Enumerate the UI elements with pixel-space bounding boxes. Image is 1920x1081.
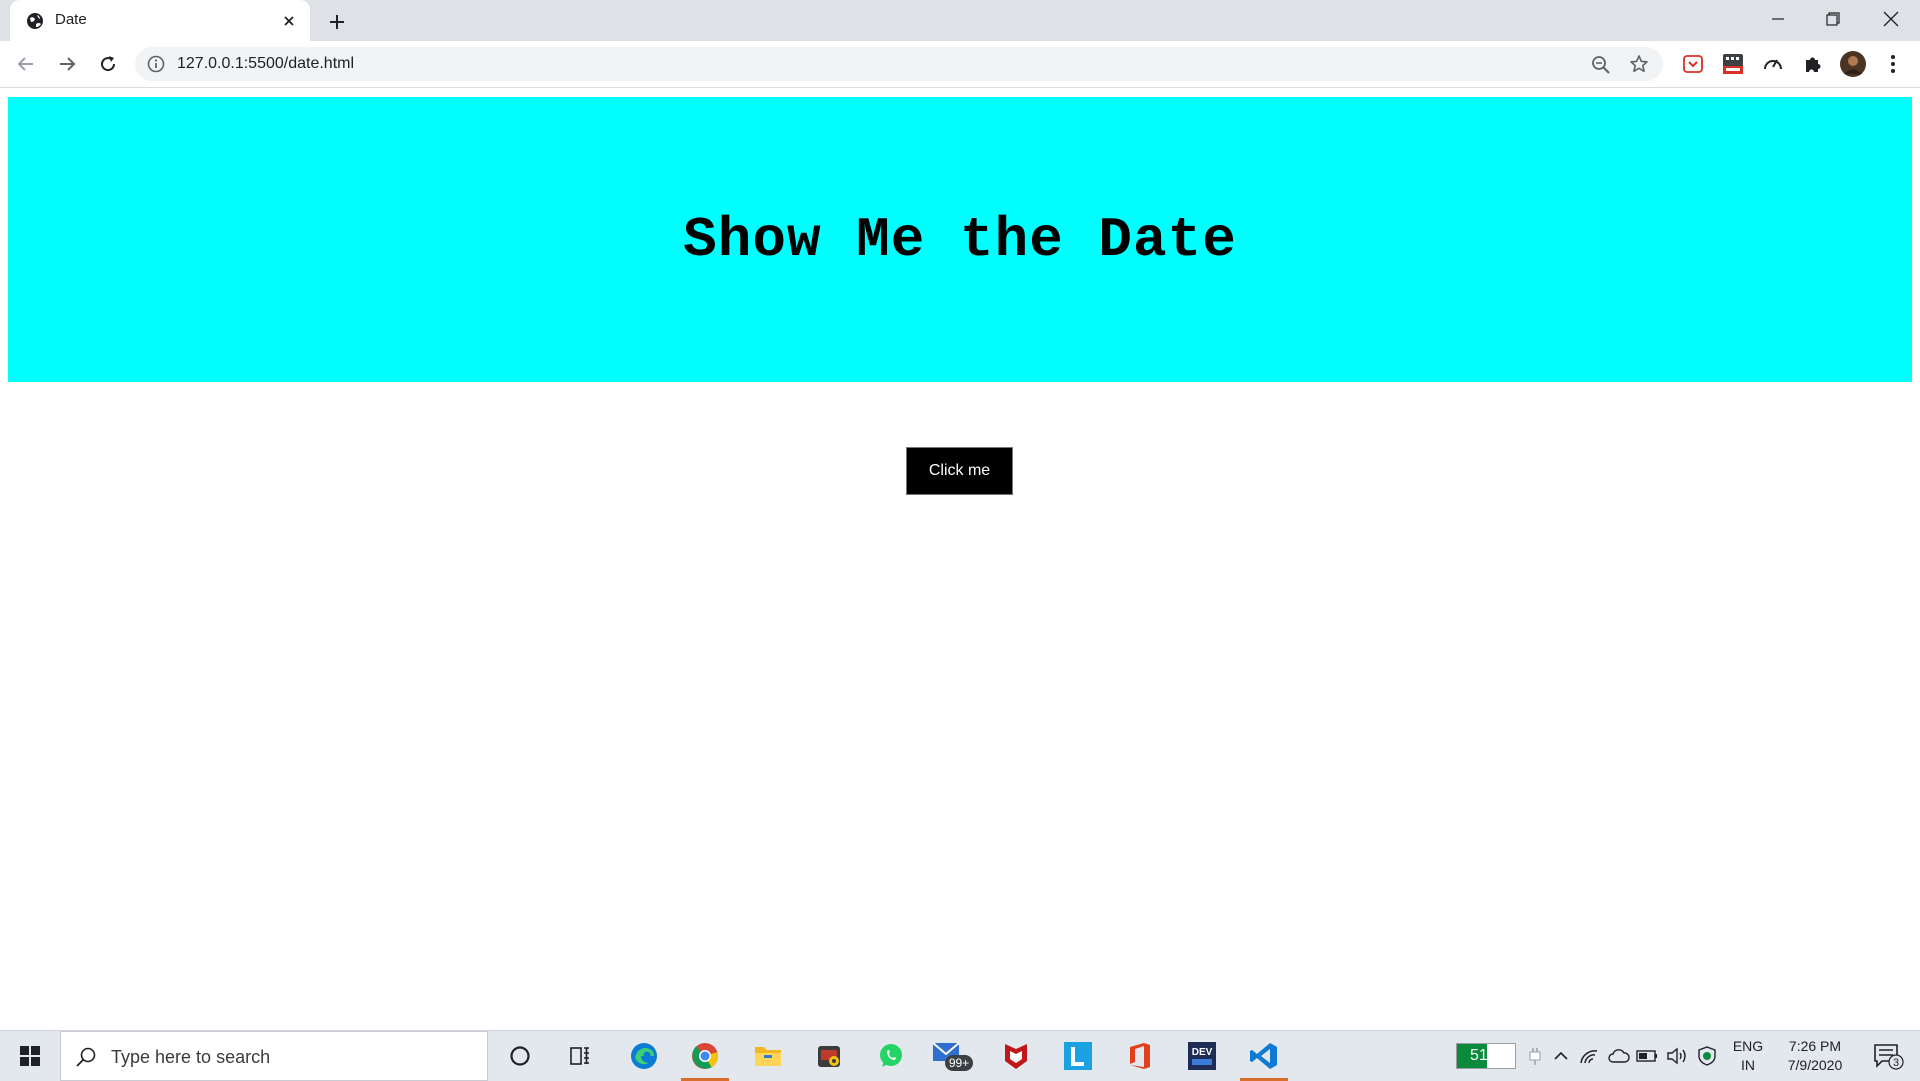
security-shield-icon[interactable] — [1694, 1031, 1720, 1081]
taskbar-search-box[interactable]: Type here to search — [60, 1031, 488, 1081]
page-viewport: Show Me the Date Click me — [0, 88, 1920, 1030]
whatsapp-icon[interactable] — [863, 1031, 919, 1081]
reload-icon[interactable] — [96, 52, 120, 76]
edge-icon[interactable] — [616, 1031, 672, 1081]
tab-title: Date — [55, 11, 87, 28]
onedrive-icon[interactable] — [1606, 1031, 1632, 1081]
lang-line-2: IN — [1741, 1057, 1755, 1073]
info-icon[interactable] — [147, 55, 165, 73]
mcafee-icon[interactable] — [988, 1031, 1044, 1081]
back-icon[interactable] — [14, 52, 38, 76]
forward-icon[interactable] — [55, 52, 79, 76]
devc-icon[interactable]: DEV — [1174, 1031, 1230, 1081]
zoom-icon[interactable] — [1591, 55, 1611, 75]
minimize-icon[interactable] — [1751, 0, 1805, 38]
clock-date: 7/9/2020 — [1787, 1057, 1843, 1073]
tab-strip: Date — [0, 0, 1920, 41]
click-me-button[interactable]: Click me — [906, 447, 1013, 495]
taskbar: Type here to search 99+ DEV 51% ENG IN 7… — [0, 1030, 1920, 1081]
puzzle-icon[interactable] — [1800, 51, 1826, 77]
task-view-icon[interactable] — [552, 1031, 608, 1081]
hero-banner: Show Me the Date — [8, 97, 1912, 382]
notifications-button[interactable]: 3 — [1864, 1031, 1914, 1081]
language-indicator[interactable]: ENG IN — [1730, 1037, 1766, 1075]
office-icon[interactable] — [1112, 1031, 1168, 1081]
lang-line-1: ENG — [1732, 1038, 1764, 1054]
vscode-icon[interactable] — [1236, 1031, 1292, 1081]
browser-toolbar: 127.0.0.1:5500/date.html — [0, 41, 1920, 88]
chevron-up-icon[interactable] — [1548, 1031, 1574, 1081]
chrome-icon[interactable] — [677, 1031, 733, 1081]
search-icon — [75, 1046, 97, 1068]
wifi-icon[interactable] — [1576, 1031, 1602, 1081]
new-tab-button[interactable] — [325, 10, 349, 34]
mail-icon[interactable]: 99+ — [925, 1031, 981, 1081]
browser-tab[interactable]: Date — [10, 0, 310, 41]
close-icon[interactable] — [1864, 0, 1918, 38]
taskbar-clock[interactable]: 7:26 PM 7/9/2020 — [1772, 1037, 1858, 1075]
windows-start-icon[interactable] — [0, 1031, 60, 1081]
url-text[interactable]: 127.0.0.1:5500/date.html — [177, 55, 354, 73]
volume-icon[interactable] — [1664, 1031, 1690, 1081]
search-placeholder: Type here to search — [111, 1047, 271, 1067]
lens-l-icon[interactable] — [1050, 1031, 1106, 1081]
battery-percent-widget[interactable]: 51% — [1456, 1043, 1516, 1069]
battery-text: 51% — [1469, 1047, 1503, 1064]
restore-icon[interactable] — [1806, 0, 1860, 38]
clock-time: 7:26 PM — [1788, 1038, 1842, 1054]
menu-kebab-icon[interactable] — [1880, 51, 1906, 77]
coupon-off-icon[interactable] — [1720, 51, 1746, 77]
globe-icon — [26, 12, 44, 30]
profile-avatar[interactable] — [1840, 51, 1866, 77]
pocket-icon[interactable] — [1680, 51, 1706, 77]
page-heading: Show Me the Date — [683, 207, 1237, 272]
plug-icon[interactable] — [1522, 1031, 1548, 1081]
speed-icon[interactable] — [1760, 51, 1786, 77]
mail-badge: 99+ — [949, 1056, 969, 1070]
tab-close-icon[interactable] — [280, 12, 298, 30]
notification-count: 3 — [1893, 1057, 1899, 1069]
file-explorer-icon[interactable] — [740, 1031, 796, 1081]
battery-icon[interactable] — [1634, 1031, 1660, 1081]
address-bar[interactable]: 127.0.0.1:5500/date.html — [135, 47, 1663, 81]
bookmark-star-icon[interactable] — [1629, 54, 1649, 74]
svg-text:DEV: DEV — [1192, 1047, 1213, 1058]
camera-app-icon[interactable] — [801, 1031, 857, 1081]
cortana-icon[interactable] — [492, 1031, 548, 1081]
